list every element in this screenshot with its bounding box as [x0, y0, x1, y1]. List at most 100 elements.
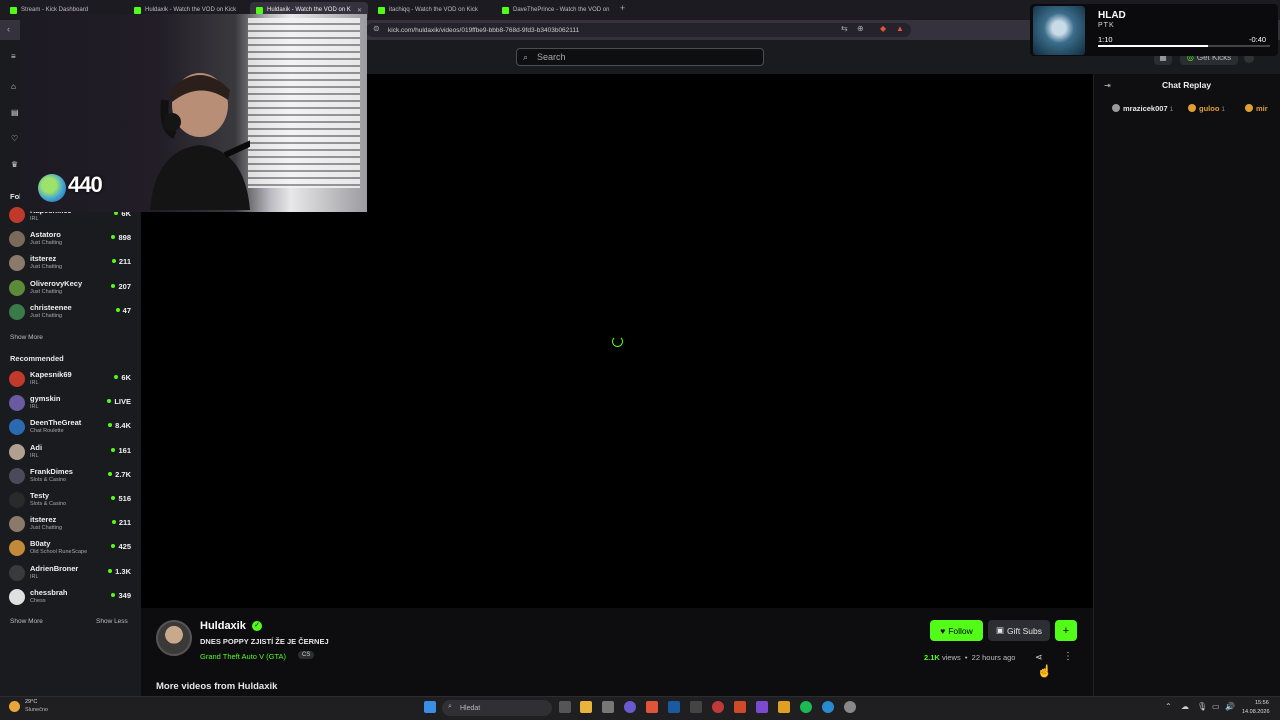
- viewer-count: 211: [112, 518, 131, 527]
- sidebar-channel-item[interactable]: Testy Slots & Casino 516: [9, 490, 133, 510]
- viewer-count: 161: [111, 446, 131, 455]
- show-more-button[interactable]: Show More: [10, 618, 43, 625]
- channel-name: Astatoro: [30, 230, 61, 240]
- sidebar-channel-item[interactable]: itsterez Just Chatting 211: [9, 253, 133, 273]
- sidebar-channel-item[interactable]: FrankDimes Slots & Casino 2.7K: [9, 466, 133, 486]
- chat-panel: [1093, 74, 1280, 696]
- app-icon[interactable]: [778, 701, 790, 713]
- steam-icon[interactable]: [668, 701, 680, 713]
- channel-avatar: [9, 492, 25, 508]
- app-icon[interactable]: [756, 701, 768, 713]
- show-more-following-button[interactable]: Show More: [10, 334, 43, 341]
- sidebar-channel-item[interactable]: DeenTheGreat Chat Roulette 8.4K: [9, 417, 133, 437]
- follow-button[interactable]: ♥ Follow: [930, 620, 983, 641]
- kick-favicon-icon: [10, 6, 17, 14]
- chat-leaderboard-user[interactable]: mrazicek007 1: [1112, 104, 1173, 113]
- track-artist: PTK: [1098, 22, 1115, 29]
- sidebar-channel-item[interactable]: gymskin IRL LIVE: [9, 393, 133, 413]
- new-tab-icon[interactable]: +: [620, 3, 625, 13]
- viewer-count: LIVE: [107, 397, 131, 406]
- volume-icon[interactable]: 🔊: [1225, 702, 1235, 711]
- sidebar-channel-item[interactable]: B0aty Old School RuneScape 425: [9, 538, 133, 558]
- track-progress-fill: [1098, 45, 1209, 47]
- channel-name: Testy: [30, 491, 50, 500]
- sidebar-channel-item[interactable]: Adi IRL 161: [9, 442, 133, 462]
- channel-category: IRL: [30, 216, 39, 222]
- streamer-name[interactable]: Huldaxik: [200, 620, 246, 632]
- sidebar-channel-item[interactable]: Astatoro Just Chatting 898: [9, 229, 133, 249]
- chat-leaderboard-user[interactable]: guloo 1: [1188, 104, 1225, 113]
- tray-app-icon[interactable]: ☁: [1181, 702, 1189, 711]
- file-explorer-icon[interactable]: [580, 701, 592, 713]
- clock-date[interactable]: 14.08.2026: [1242, 709, 1270, 715]
- close-tab-icon[interactable]: ✕: [357, 7, 362, 14]
- sidebar-channel-item[interactable]: chessbrah Chess 349: [9, 587, 133, 607]
- back-icon[interactable]: ‹: [7, 24, 10, 34]
- channel-avatar: [9, 540, 25, 557]
- loading-spinner-icon: [612, 336, 623, 347]
- microphone-icon[interactable]: 🎙: [1197, 702, 1207, 711]
- sidebar-channel-item[interactable]: christeenee Just Chatting 47: [9, 302, 133, 322]
- discord-icon[interactable]: [624, 701, 636, 713]
- channel-avatar: [9, 371, 25, 387]
- url-field[interactable]: kick.com/huldaxik/videos/019ffbe9-bbb8-7…: [366, 23, 911, 37]
- brave-browser-icon[interactable]: [646, 701, 658, 713]
- channel-name: Adi: [30, 442, 43, 452]
- more-options-icon[interactable]: ⋮: [1063, 651, 1073, 662]
- channel-category: Chat Roulette: [30, 428, 64, 435]
- zoom-icon[interactable]: ⊕: [857, 24, 864, 33]
- sidebar-channel-item[interactable]: Kapesnik69IRL 6K: [9, 369, 133, 389]
- channel-category: Just Chatting: [30, 312, 63, 319]
- video-meta: 2.1K views • 22 hours ago: [924, 653, 1016, 662]
- app-icon[interactable]: [734, 701, 746, 713]
- channel-category: Just Chatting: [30, 264, 63, 271]
- channel-category: IRL: [30, 404, 39, 411]
- brave-rewards-icon[interactable]: ▲: [896, 24, 904, 33]
- browser-tab[interactable]: itachiqq - Watch the VOD on Kick: [372, 2, 492, 18]
- taskbar-search-input[interactable]: ⌕ Hledat: [442, 700, 552, 716]
- channel-name: FrankDimes: [30, 466, 73, 476]
- brave-shield-icon[interactable]: ◆: [880, 24, 886, 33]
- channel-category: Just Chatting: [30, 288, 63, 295]
- obs-icon[interactable]: [712, 701, 724, 713]
- translate-icon[interactable]: ⇆: [841, 24, 848, 33]
- weather-temp[interactable]: 29°C: [25, 699, 37, 705]
- task-view-icon[interactable]: [559, 701, 571, 713]
- channel-avatar: [9, 419, 25, 436]
- tray-chevron-icon[interactable]: ⌃: [1165, 702, 1172, 711]
- settings-icon[interactable]: [844, 701, 856, 713]
- kick-favicon-icon: [502, 6, 509, 14]
- viewer-count: 207: [111, 282, 131, 291]
- sidebar-channel-item[interactable]: OliverovyKecy Just Chatting 207: [9, 278, 133, 298]
- track-remaining: -0:40: [1249, 35, 1267, 44]
- weather-desc[interactable]: Slunečno: [25, 707, 48, 713]
- browser-tab[interactable]: DaveThePrince - Watch the VOD on: [496, 2, 616, 18]
- badge-icon: [1188, 104, 1196, 112]
- streamer-avatar[interactable]: [156, 620, 192, 656]
- share-icon[interactable]: ⋖: [1035, 652, 1043, 663]
- show-less-button[interactable]: Show Less: [96, 618, 128, 625]
- clock-time[interactable]: 15:56: [1255, 700, 1269, 706]
- gift-subs-button[interactable]: ▣ Gift Subs: [988, 620, 1050, 641]
- subscribe-plus-button[interactable]: +: [1055, 620, 1077, 641]
- spotify-icon[interactable]: [800, 701, 812, 713]
- chat-leaderboard-user[interactable]: mir: [1245, 104, 1268, 113]
- search-icon: ⌕: [448, 703, 452, 710]
- search-input[interactable]: ⌕ Search: [516, 48, 764, 66]
- channel-category: Old School RuneScape: [30, 549, 88, 556]
- channel-category: Chess: [30, 597, 46, 604]
- sidebar-channel-item[interactable]: itsterez Just Chatting 211: [9, 514, 133, 534]
- store-icon[interactable]: [602, 701, 614, 713]
- sidebar-channel-item[interactable]: AdrienBroner IRL 1.3K: [9, 563, 133, 583]
- display-icon[interactable]: ▭: [1212, 702, 1220, 711]
- viewer-count: 2.7K: [108, 470, 131, 479]
- app-icon[interactable]: [690, 701, 702, 713]
- channel-category: Slots & Casino: [30, 476, 67, 483]
- channel-name: christeenee: [30, 302, 72, 312]
- category-link[interactable]: Grand Theft Auto V (GTA): [200, 652, 286, 661]
- edge-icon[interactable]: [822, 701, 834, 713]
- channel-category: Just Chatting: [30, 240, 63, 247]
- chat-title: Chat Replay: [1161, 80, 1212, 90]
- badge-icon: [1112, 104, 1120, 112]
- windows-start-icon[interactable]: [424, 701, 436, 713]
